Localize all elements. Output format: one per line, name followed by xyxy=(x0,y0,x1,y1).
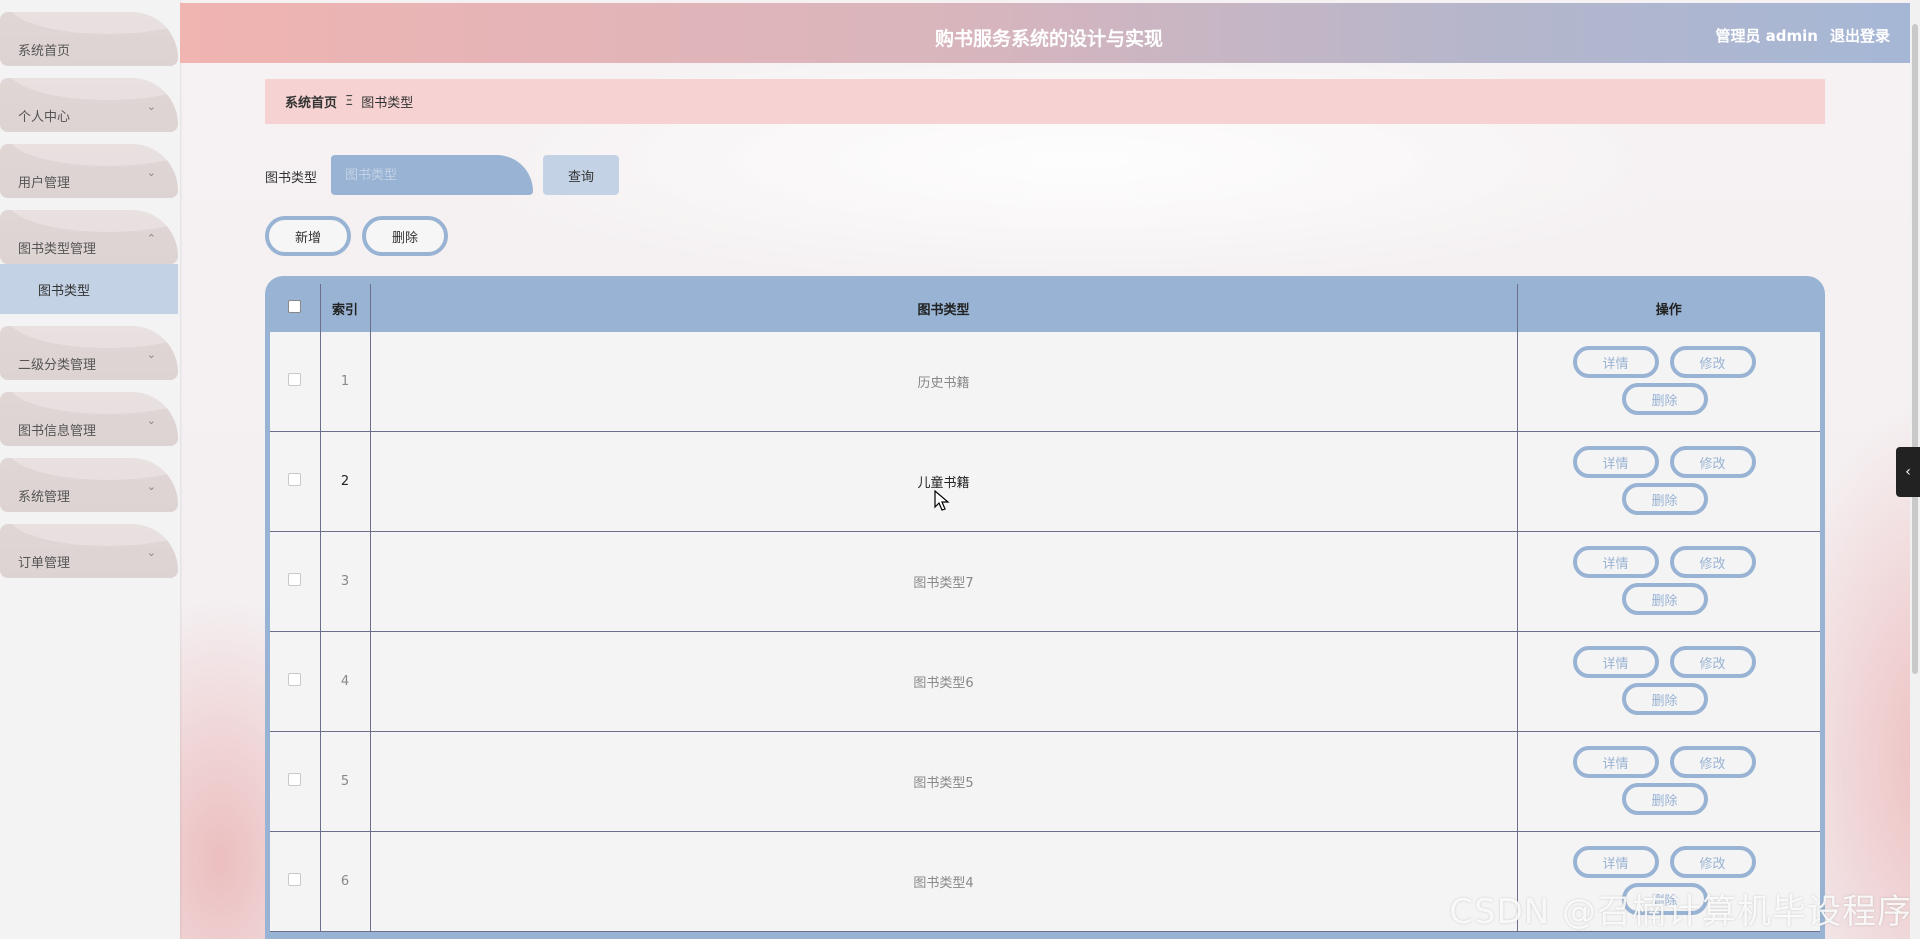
logout-link[interactable]: 退出登录 xyxy=(1830,25,1890,46)
sidebar-item-label: 系统管理 xyxy=(18,490,71,505)
row-checkbox[interactable] xyxy=(288,873,302,886)
cell-index: 6 xyxy=(320,831,371,932)
detail-button[interactable]: 详情 xyxy=(1572,446,1659,478)
table-row: 2 儿童书籍 详情 修改 删除 xyxy=(270,431,1821,532)
current-user: 管理员 admin xyxy=(1715,27,1818,45)
cell-type: 图书类型6 xyxy=(370,631,1518,732)
table-row: 1 历史书籍 详情 修改 删除 xyxy=(270,332,1820,432)
sidebar: 系统首页 个人中心 ⌄ 用户管理 ⌄ 图书类型管理 ⌃ 图书类型 二级分类管理 … xyxy=(0,0,180,939)
sidebar-item-book-info-management[interactable]: 图书信息管理 ⌄ xyxy=(0,392,178,446)
row-checkbox[interactable] xyxy=(288,373,302,386)
sidebar-item-home[interactable]: 系统首页 xyxy=(0,12,178,66)
delete-button[interactable]: 删除 xyxy=(1621,483,1708,515)
sidebar-item-book-type-management[interactable]: 图书类型管理 ⌃ xyxy=(0,210,178,264)
sidebar-item-label: 个人中心 xyxy=(18,110,71,125)
row-actions: 详情 修改 删除 xyxy=(1518,432,1821,531)
table-header-row: 索引 图书类型 操作 xyxy=(270,284,1820,332)
row-actions: 详情 修改 删除 xyxy=(1518,732,1821,831)
row-checkbox[interactable] xyxy=(288,673,302,686)
detail-button[interactable]: 详情 xyxy=(1572,846,1659,878)
batch-delete-button[interactable]: 删除 xyxy=(362,216,448,256)
column-header-type: 图书类型 xyxy=(370,284,1518,332)
sidebar-item-personal-center[interactable]: 个人中心 ⌄ xyxy=(0,78,178,132)
delete-button[interactable]: 删除 xyxy=(1621,783,1708,815)
table-row: 4 图书类型6 详情 修改 删除 xyxy=(270,631,1821,732)
cell-index: 2 xyxy=(320,431,371,532)
cell-index: 3 xyxy=(320,531,371,632)
row-actions: 详情 修改 删除 xyxy=(1518,332,1821,431)
edit-button[interactable]: 修改 xyxy=(1669,746,1756,778)
row-checkbox[interactable] xyxy=(288,773,302,786)
sidebar-item-label: 二级分类管理 xyxy=(18,358,97,373)
sidebar-item-label: 图书信息管理 xyxy=(18,424,97,439)
cell-type: 历史书籍 xyxy=(370,332,1518,432)
row-actions: 详情 修改 删除 xyxy=(1518,532,1821,631)
cell-type: 图书类型5 xyxy=(370,731,1518,832)
search-button[interactable]: 查询 xyxy=(543,155,619,195)
column-header-ops: 操作 xyxy=(1517,284,1820,332)
sidebar-subitem-book-type[interactable]: 图书类型 xyxy=(0,264,178,314)
sidebar-item-label: 系统首页 xyxy=(18,44,71,59)
table-row: 3 图书类型7 详情 修改 删除 xyxy=(270,531,1821,632)
cell-type: 图书类型4 xyxy=(370,831,1518,932)
breadcrumb-separator-icon: Ξ xyxy=(345,94,354,109)
sidebar-item-subcategory-management[interactable]: 二级分类管理 ⌄ xyxy=(0,326,178,380)
cell-index: 1 xyxy=(320,332,371,432)
breadcrumb-current: 图书类型 xyxy=(361,96,414,111)
chevron-down-icon: ⌄ xyxy=(146,100,156,113)
data-table: 索引 图书类型 操作 1 历史书籍 详情 修改 删除 2 儿童书籍 详情 修改 … xyxy=(270,284,1820,932)
scrollbar-thumb[interactable] xyxy=(1912,24,1918,674)
table-row: 5 图书类型5 详情 修改 删除 xyxy=(270,731,1821,832)
delete-button[interactable]: 删除 xyxy=(1621,583,1708,615)
sidebar-item-order-management[interactable]: 订单管理 ⌄ xyxy=(0,524,178,578)
chevron-down-icon: ⌄ xyxy=(146,348,156,361)
edit-button[interactable]: 修改 xyxy=(1669,646,1756,678)
edit-button[interactable]: 修改 xyxy=(1669,846,1756,878)
add-button[interactable]: 新增 xyxy=(265,216,351,256)
data-table-container: 索引 图书类型 操作 1 历史书籍 详情 修改 删除 2 儿童书籍 详情 修改 … xyxy=(265,276,1825,939)
cell-index: 5 xyxy=(320,731,371,832)
delete-button[interactable]: 删除 xyxy=(1621,683,1708,715)
sidebar-item-label: 图书类型管理 xyxy=(18,242,97,257)
cell-type: 儿童书籍 xyxy=(370,431,1518,532)
delete-button[interactable]: 删除 xyxy=(1621,383,1708,415)
search-input[interactable] xyxy=(331,155,533,195)
sidebar-item-label: 订单管理 xyxy=(18,556,71,571)
top-header: 购书服务系统的设计与实现 管理员 admin 退出登录 xyxy=(180,3,1918,63)
cell-type: 图书类型7 xyxy=(370,531,1518,632)
app-root: 系统首页 个人中心 ⌄ 用户管理 ⌄ 图书类型管理 ⌃ 图书类型 二级分类管理 … xyxy=(0,0,1920,939)
chevron-down-icon: ⌄ xyxy=(146,546,156,559)
chevron-down-icon: ⌄ xyxy=(146,480,156,493)
mouse-cursor-icon xyxy=(934,490,950,511)
breadcrumb-home[interactable]: 系统首页 xyxy=(285,92,337,111)
chevron-down-icon: ⌄ xyxy=(146,166,156,179)
watermark: CSDN @召楠计算机毕设程序 xyxy=(1449,892,1912,932)
breadcrumb: 系统首页 Ξ 图书类型 xyxy=(265,79,1825,124)
search-label: 图书类型 xyxy=(265,171,318,186)
row-checkbox[interactable] xyxy=(288,473,302,486)
edit-button[interactable]: 修改 xyxy=(1669,446,1756,478)
sidebar-item-label: 用户管理 xyxy=(18,176,71,191)
cell-index: 4 xyxy=(320,631,371,732)
row-checkbox[interactable] xyxy=(288,573,302,586)
detail-button[interactable]: 详情 xyxy=(1572,546,1659,578)
sidebar-item-system-management[interactable]: 系统管理 ⌄ xyxy=(0,458,178,512)
select-all-checkbox[interactable] xyxy=(288,299,302,313)
column-header-index: 索引 xyxy=(320,284,371,332)
sidebar-item-user-management[interactable]: 用户管理 ⌄ xyxy=(0,144,178,198)
edit-button[interactable]: 修改 xyxy=(1669,546,1756,578)
edit-button[interactable]: 修改 xyxy=(1669,346,1756,378)
row-actions: 详情 修改 删除 xyxy=(1518,632,1821,731)
chevron-up-icon: ⌃ xyxy=(146,232,156,245)
detail-button[interactable]: 详情 xyxy=(1572,746,1659,778)
collapse-tab-chevron-left-icon[interactable]: ‹ xyxy=(1896,447,1920,497)
page-title: 购书服务系统的设计与实现 xyxy=(934,28,1163,50)
detail-button[interactable]: 详情 xyxy=(1572,346,1659,378)
chevron-down-icon: ⌄ xyxy=(146,414,156,427)
detail-button[interactable]: 详情 xyxy=(1572,646,1659,678)
select-all-cell xyxy=(270,284,321,332)
